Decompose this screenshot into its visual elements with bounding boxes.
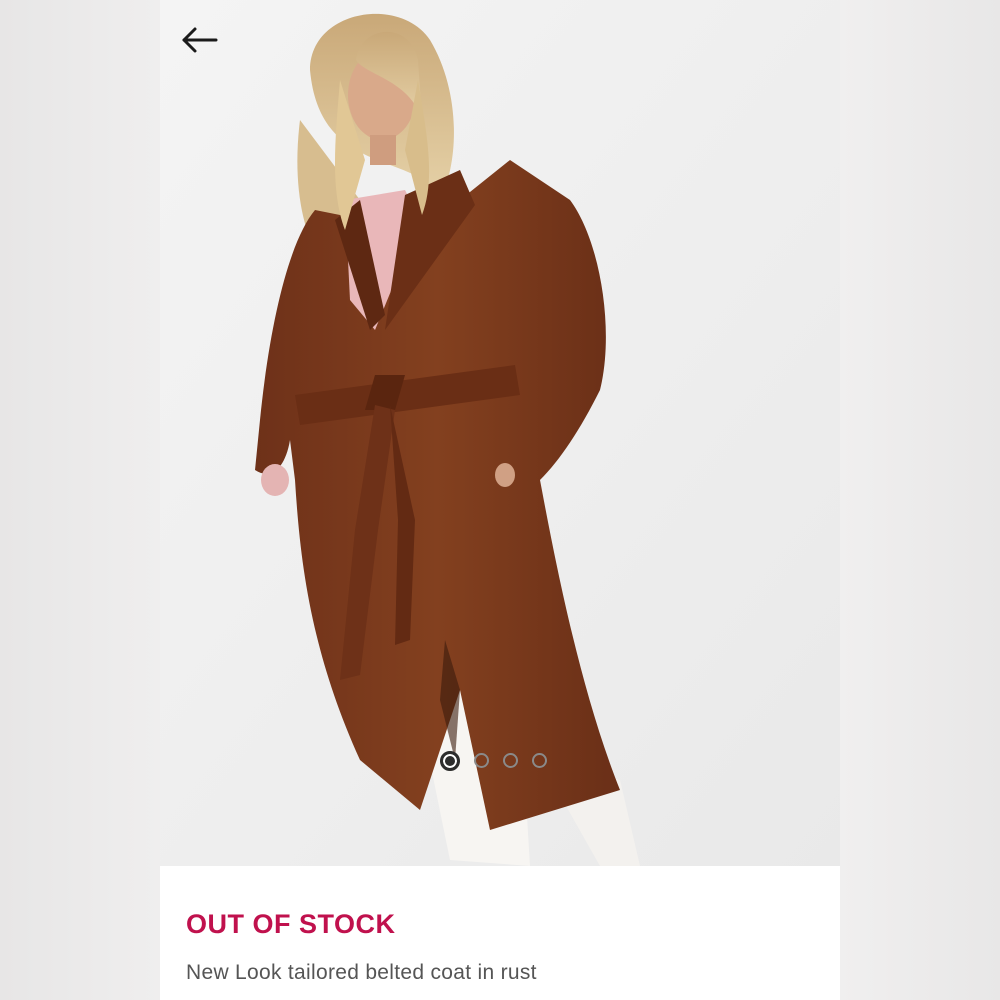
product-info-panel: OUT OF STOCK New Look tailored belted co… (160, 866, 840, 1000)
gallery-pagination (440, 751, 547, 775)
product-screen: OUT OF STOCK New Look tailored belted co… (160, 0, 840, 1000)
background-left-margin (0, 0, 160, 1000)
back-button[interactable] (178, 22, 222, 58)
product-image-gallery[interactable] (160, 0, 840, 866)
product-title: New Look tailored belted coat in rust (186, 961, 537, 984)
gallery-dot-4[interactable] (532, 753, 547, 768)
background-right-margin (840, 0, 1000, 1000)
gallery-dot-1[interactable] (440, 751, 460, 771)
gallery-dot-2[interactable] (474, 753, 489, 768)
arrow-left-icon (182, 27, 218, 53)
gallery-dot-3[interactable] (503, 753, 518, 768)
stock-status-label: OUT OF STOCK (186, 909, 396, 939)
product-photo (160, 0, 840, 866)
